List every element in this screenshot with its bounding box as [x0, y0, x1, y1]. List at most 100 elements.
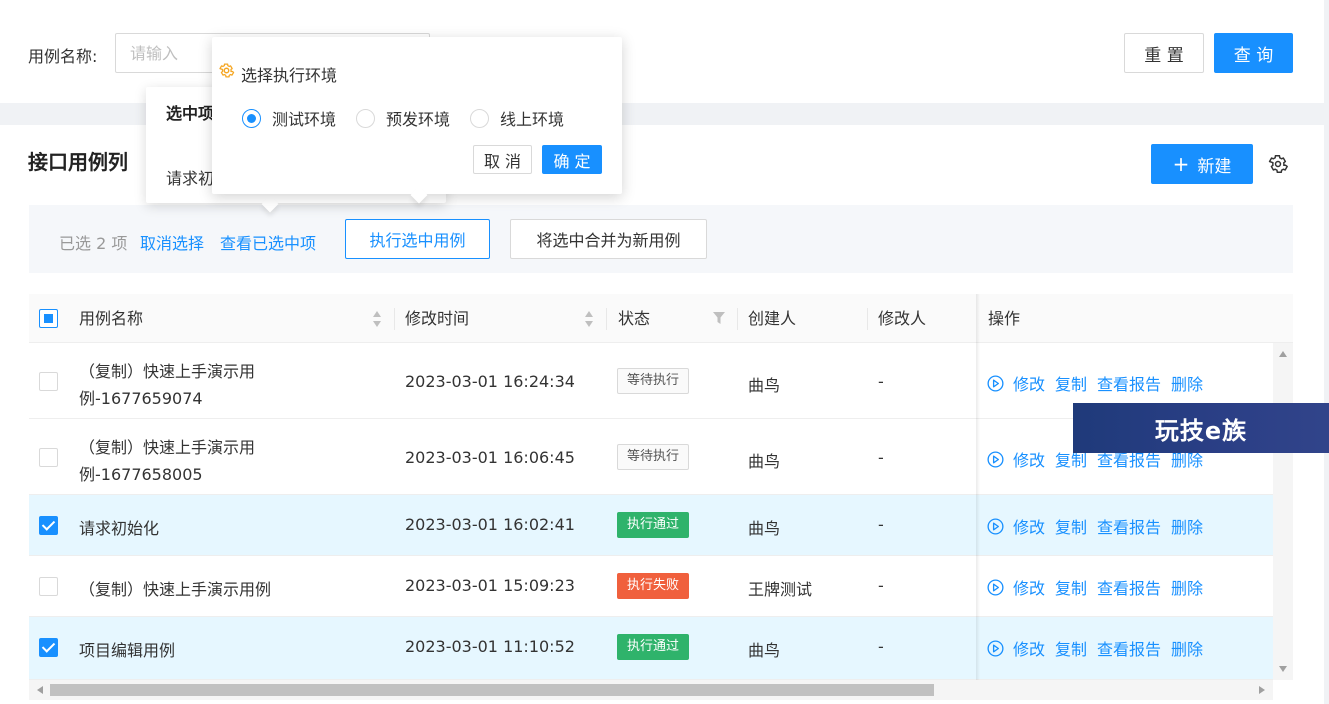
row-actions: 修改 复制 查看报告 删除 — [987, 514, 1213, 538]
row-actions: 修改 复制 查看报告 删除 — [987, 636, 1213, 660]
query-button[interactable]: 查 询 — [1214, 33, 1293, 73]
horizontal-scrollbar[interactable] — [29, 680, 1273, 700]
scroll-up-arrow-icon[interactable] — [1279, 351, 1287, 357]
table-row: 项目编辑用例 2023-03-01 11:10:52 执行通过 曲鸟 - 修改 … — [29, 617, 1273, 680]
radio-prod-env[interactable]: 线上环境 — [470, 106, 564, 130]
column-header-modifier: 修改人 — [878, 309, 927, 328]
status-badge: 等待执行 — [617, 444, 690, 470]
gear-icon[interactable] — [1267, 153, 1289, 175]
sort-icon[interactable] — [584, 310, 594, 328]
modified-time: 2023-03-01 16:06:45 — [405, 448, 575, 467]
view-selected-link[interactable]: 查看已选中项 — [220, 230, 316, 254]
cancel-selection-link[interactable]: 取消选择 — [140, 230, 204, 254]
delete-link[interactable]: 删除 — [1171, 514, 1203, 538]
creator: 曲鸟 — [748, 376, 781, 395]
cancel-button[interactable]: 取 消 — [473, 145, 532, 174]
edit-link[interactable]: 修改 — [1013, 447, 1045, 471]
modifier: - — [878, 372, 884, 391]
radio-test-env[interactable]: 测试环境 — [242, 106, 336, 130]
table-header: 用例名称 修改时间 状态 创建人 修改人 操作 — [29, 294, 1293, 343]
case-name: （复制）快速上手演示用 — [79, 362, 256, 381]
row-checkbox[interactable] — [39, 372, 58, 391]
play-icon[interactable] — [987, 517, 1004, 535]
row-checkbox[interactable] — [39, 516, 58, 535]
case-name: （复制）快速上手演示用例 — [79, 580, 272, 599]
modified-time: 2023-03-01 15:09:23 — [405, 576, 575, 595]
row-checkbox[interactable] — [39, 448, 58, 467]
reset-button[interactable]: 重 置 — [1124, 33, 1204, 73]
delete-link[interactable]: 删除 — [1171, 636, 1203, 660]
scroll-right-arrow-icon[interactable] — [1259, 686, 1265, 694]
radio-dot[interactable] — [242, 108, 261, 128]
row-checkbox[interactable] — [39, 638, 58, 657]
modifier: - — [878, 576, 884, 595]
scroll-left-arrow-icon[interactable] — [37, 686, 43, 694]
case-name-cont: 例-1677659074 — [79, 389, 203, 408]
selected-count: 已选 2 项 — [59, 234, 128, 253]
view-report-link[interactable]: 查看报告 — [1097, 575, 1161, 599]
creator: 曲鸟 — [748, 452, 781, 471]
radio-label: 测试环境 — [272, 110, 337, 129]
modified-time: 2023-03-01 16:24:34 — [405, 372, 575, 391]
edit-link[interactable]: 修改 — [1013, 636, 1045, 660]
radio-label: 线上环境 — [500, 110, 565, 129]
play-icon[interactable] — [987, 450, 1004, 468]
fixed-column-shadow — [976, 294, 980, 680]
status-badge: 执行失败 — [617, 573, 690, 599]
status-badge: 执行通过 — [617, 634, 690, 660]
new-case-button[interactable]: + 新建 — [1151, 144, 1253, 184]
table-row: （复制）快速上手演示用例 2023-03-01 15:09:23 执行失败 王牌… — [29, 556, 1273, 617]
env-popover-title: 选择执行环境 — [241, 66, 338, 85]
scrollbar-thumb[interactable] — [50, 684, 934, 696]
creator: 王牌测试 — [748, 580, 813, 599]
delete-link[interactable]: 删除 — [1171, 371, 1203, 395]
scroll-down-arrow-icon[interactable] — [1279, 666, 1287, 672]
view-report-link[interactable]: 查看报告 — [1097, 636, 1161, 660]
modifier: - — [878, 515, 884, 534]
edit-link[interactable]: 修改 — [1013, 575, 1045, 599]
execute-selected-button[interactable]: 执行选中用例 — [345, 219, 490, 259]
copy-link[interactable]: 复制 — [1055, 575, 1087, 599]
search-label: 用例名称: — [28, 47, 98, 66]
radio-label: 预发环境 — [386, 110, 451, 129]
plus-icon: + — [1172, 152, 1190, 176]
select-all-checkbox[interactable] — [39, 309, 58, 328]
case-name: 请求初始化 — [79, 519, 160, 538]
sort-icon[interactable] — [372, 310, 382, 328]
vertical-scrollbar[interactable] — [1273, 343, 1293, 680]
play-icon[interactable] — [987, 639, 1004, 657]
modified-time: 2023-03-01 11:10:52 — [405, 637, 575, 656]
case-name-cont: 例-1677658005 — [79, 465, 203, 484]
play-icon[interactable] — [987, 374, 1004, 392]
selection-bar: 已选 2 项 取消选择 查看已选中项 执行选中用例 将选中合并为新用例 — [29, 205, 1293, 273]
radio-dot[interactable] — [470, 108, 490, 128]
play-icon[interactable] — [987, 578, 1004, 596]
view-report-link[interactable]: 查看报告 — [1097, 371, 1161, 395]
execution-env-popover: 选择执行环境 测试环境 预发环境 线上环境 取 消 确 定 — [212, 37, 622, 204]
column-header-time[interactable]: 修改时间 — [405, 294, 469, 343]
confirm-button[interactable]: 确 定 — [542, 145, 602, 174]
delete-link[interactable]: 删除 — [1171, 575, 1203, 599]
case-table: 用例名称 修改时间 状态 创建人 修改人 操作 （复制）快速上手演示用 例-16… — [29, 294, 1293, 701]
column-header-name[interactable]: 用例名称 — [79, 294, 143, 343]
radio-dot[interactable] — [356, 108, 376, 128]
gear-icon — [219, 63, 235, 78]
popover-title: 选中项 — [166, 104, 215, 123]
row-checkbox[interactable] — [39, 577, 58, 596]
edit-link[interactable]: 修改 — [1013, 371, 1045, 395]
view-report-link[interactable]: 查看报告 — [1097, 514, 1161, 538]
copy-link[interactable]: 复制 — [1055, 371, 1087, 395]
filter-icon[interactable] — [712, 311, 726, 325]
column-header-actions: 操作 — [988, 309, 1021, 328]
case-name: （复制）快速上手演示用 — [79, 438, 256, 457]
radio-pre-env[interactable]: 预发环境 — [356, 106, 450, 130]
watermark-logo: 玩技e族 — [1073, 403, 1329, 453]
edit-link[interactable]: 修改 — [1013, 514, 1045, 538]
column-header-creator: 创建人 — [748, 309, 797, 328]
page-title: 接口用例列 — [28, 150, 128, 174]
creator: 曲鸟 — [748, 519, 781, 538]
copy-link[interactable]: 复制 — [1055, 636, 1087, 660]
table-row: 请求初始化 2023-03-01 16:02:41 执行通过 曲鸟 - 修改 复… — [29, 495, 1273, 556]
merge-selected-button[interactable]: 将选中合并为新用例 — [510, 219, 707, 259]
copy-link[interactable]: 复制 — [1055, 514, 1087, 538]
